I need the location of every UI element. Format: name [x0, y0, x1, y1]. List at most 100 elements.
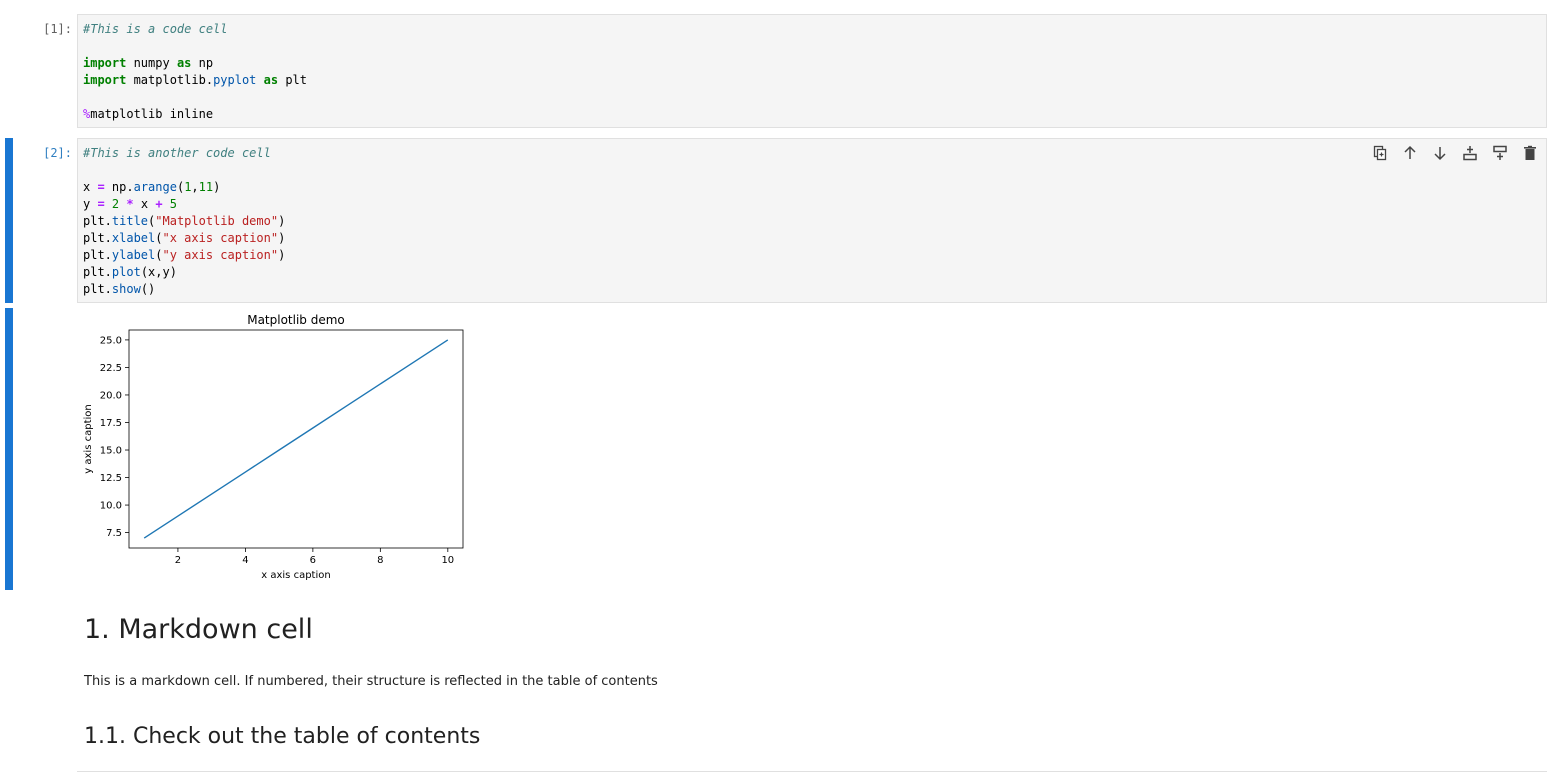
code-token: plt. — [83, 214, 112, 228]
code-token: plot — [111, 265, 141, 279]
code-token: 11 — [198, 180, 214, 194]
chart-title: Matplotlib demo — [247, 313, 345, 327]
code-line: %matplotlib inline — [83, 106, 307, 123]
next-cell-border — [77, 771, 1547, 772]
code-token: "Matplotlib demo" — [155, 214, 279, 228]
delete-cell-button[interactable] — [1520, 143, 1540, 163]
code-token: ylabel — [111, 248, 156, 262]
code-token: arange — [133, 180, 177, 194]
delete-cell-icon — [1524, 145, 1536, 160]
x-tick-label: 8 — [377, 555, 383, 566]
code-token: show — [111, 282, 141, 296]
code-token: "y axis caption" — [162, 248, 279, 262]
code-token: numpy — [126, 56, 177, 70]
code-token: + — [155, 197, 163, 211]
code-line: plt.show() — [83, 281, 285, 298]
code-editor-2[interactable]: #This is another code cell x = np.arange(… — [83, 145, 285, 298]
code-token: ) — [278, 214, 286, 228]
code-editor-1[interactable]: #This is a code cell import numpy as np im… — [83, 21, 307, 123]
x-tick-label: 6 — [310, 555, 316, 566]
code-line: import matplotlib.pyplot as plt — [83, 72, 307, 89]
insert-cell-below-button[interactable] — [1490, 143, 1510, 163]
code-token: ) — [213, 180, 221, 194]
code-token: plt. — [83, 282, 112, 296]
code-token: ) — [278, 231, 286, 245]
code-line: plt.title("Matplotlib demo") — [83, 213, 285, 230]
code-token: matplotlib inline — [90, 107, 214, 121]
code-token: 5 — [169, 197, 178, 211]
code-token: * — [126, 197, 134, 211]
input-collapser[interactable] — [5, 138, 13, 303]
code-token: np — [191, 56, 214, 70]
insert-cell-above-button[interactable] — [1460, 143, 1480, 163]
code-line: plt.plot(x,y) — [83, 264, 285, 281]
code-token: plt — [278, 73, 308, 87]
duplicate-cell-icon — [1373, 145, 1387, 161]
code-token: import — [83, 73, 127, 87]
code-token: np. — [104, 180, 134, 194]
y-axis-label: y axis caption — [83, 404, 94, 473]
code-token: plt. — [83, 248, 112, 262]
code-token: = — [97, 197, 105, 211]
code-token: #This is a code cell — [83, 22, 228, 36]
code-line: #This is a code cell — [83, 21, 307, 38]
x-tick-label: 4 — [242, 555, 248, 566]
code-cell-1[interactable]: #This is a code cell import numpy as np im… — [77, 14, 1547, 128]
code-cell-2[interactable]: #This is another code cell x = np.arange(… — [77, 138, 1547, 303]
markdown-paragraph: This is a markdown cell. If numbered, th… — [84, 674, 658, 689]
code-line: plt.xlabel("x axis caption") — [83, 230, 285, 247]
y-tick-label: 20.0 — [100, 390, 122, 401]
line-chart: Matplotlib demo 2 4 6 8 10 7.5 10.0 12.5 15.0 17.5… — [83, 313, 464, 581]
output-collapser[interactable] — [5, 308, 13, 590]
code-token: () — [140, 282, 156, 296]
x-axis-label: x axis caption — [261, 570, 330, 581]
code-token: #This is another code cell — [83, 146, 271, 160]
y-tick-label: 25.0 — [100, 335, 122, 346]
markdown-heading-2: 1.1. Check out the table of contents — [84, 724, 481, 749]
cell-1-prompt: [1]: — [43, 22, 72, 36]
code-token: plt. — [83, 231, 112, 245]
code-token: y — [83, 197, 98, 211]
code-token: x — [133, 197, 156, 211]
code-token: ( — [155, 231, 163, 245]
code-line: plt.ylabel("y axis caption") — [83, 247, 285, 264]
code-token: (x,y) — [140, 265, 177, 279]
duplicate-cell-button[interactable] — [1370, 143, 1390, 163]
y-tick-label: 15.0 — [100, 446, 122, 457]
move-cell-down-button[interactable] — [1430, 143, 1450, 163]
code-line: y = 2 * x + 5 — [83, 196, 285, 213]
code-token: x — [83, 180, 98, 194]
cell-toolbar — [1370, 143, 1540, 163]
move-cell-up-button[interactable] — [1400, 143, 1420, 163]
code-line: import numpy as np — [83, 55, 307, 72]
move-cell-down-icon — [1434, 147, 1446, 161]
y-tick-label: 17.5 — [100, 418, 122, 429]
code-token: plt. — [83, 265, 112, 279]
code-line: x = np.arange(1,11) — [83, 179, 285, 196]
code-token: xlabel — [111, 231, 156, 245]
code-token: as — [263, 73, 279, 87]
code-token: title — [111, 214, 149, 228]
markdown-heading-1: 1. Markdown cell — [84, 614, 313, 645]
insert-cell-above-icon — [1463, 146, 1477, 161]
code-token: = — [97, 180, 105, 194]
y-tick-label: 12.5 — [100, 473, 122, 484]
code-token: ( — [155, 248, 163, 262]
code-line: #This is another code cell — [83, 145, 285, 162]
x-tick-label: 10 — [441, 555, 454, 566]
code-token: as — [176, 56, 192, 70]
cell-output: Matplotlib demo 2 4 6 8 10 7.5 10.0 12.5 15.0 17.5… — [77, 308, 477, 588]
y-tick-label: 10.0 — [100, 501, 122, 512]
x-tick-label: 2 — [175, 555, 181, 566]
code-token: matplotlib. — [126, 73, 214, 87]
code-token: , — [191, 180, 199, 194]
move-cell-up-icon — [1404, 145, 1416, 159]
code-token: "x axis caption" — [162, 231, 279, 245]
insert-cell-below-icon — [1493, 145, 1507, 160]
